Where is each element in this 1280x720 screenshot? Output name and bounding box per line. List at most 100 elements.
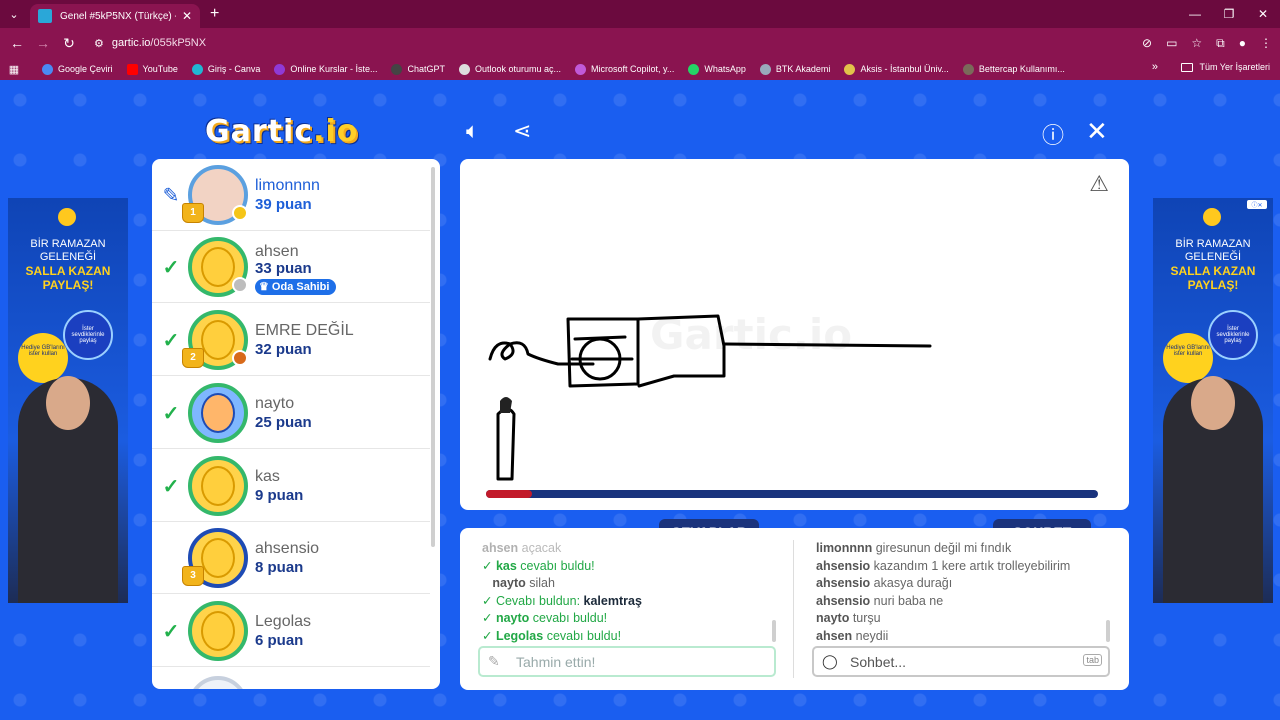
bookmark-online-courses[interactable]: Online Kurslar - İste... [274, 63, 377, 75]
browser-tab[interactable]: Genel #5kP5NX (Türkçe) - Gartic ✕ [30, 4, 200, 28]
sound-icon[interactable]: 🔈︎ [466, 118, 479, 144]
bookmark-chatgpt[interactable]: ChatGPT [391, 63, 445, 75]
chat-line: ahsensio nuri baba ne [816, 593, 944, 608]
reload-icon[interactable]: ↻ [56, 35, 82, 52]
forward-icon[interactable]: → [30, 35, 56, 51]
tab-key-hint: tab [1083, 654, 1102, 666]
drawing-fill [500, 397, 512, 413]
ad-headline: BİR RAMAZAN GELENEĞİ [30, 238, 106, 263]
star-icon[interactable]: ☆ [1191, 36, 1202, 50]
canvas-watermark: Gartic.io [650, 310, 852, 359]
browser-tabbar: ⌄ Genel #5kP5NX (Türkçe) - Gartic ✕ + — … [0, 0, 1280, 28]
avatar [188, 676, 248, 689]
ad-choices-icon[interactable]: ⓘ✕ [1247, 200, 1267, 209]
chat-bubble-icon: ◯ [822, 653, 838, 669]
player-row[interactable] [152, 668, 430, 689]
chat-line: ahsen neydii [816, 628, 889, 643]
player-row[interactable]: ✓ ahsen 33 puan ♛ Oda Sahibi [152, 231, 430, 303]
chat-input[interactable]: ◯ Sohbet... tab [812, 646, 1110, 677]
folder-icon [1181, 62, 1194, 72]
bookmark-youtube[interactable]: YouTube [126, 63, 178, 75]
bookmark-copilot[interactable]: Microsoft Copilot, y... [575, 63, 674, 75]
close-icon[interactable]: ✕ [1086, 116, 1108, 147]
status-dot [232, 350, 248, 366]
restore-icon[interactable]: ❐ [1212, 0, 1246, 28]
bookmark-aksis[interactable]: Aksis - İstanbul Üniv... [844, 63, 949, 75]
player-name: ahsen [255, 243, 299, 260]
avatar [188, 456, 248, 516]
close-window-icon[interactable]: ✕ [1246, 0, 1280, 28]
gartic-logo[interactable]: Gartic.io [205, 114, 358, 149]
check-icon: ✓ [162, 330, 180, 352]
extensions-icon[interactable]: ⧉ [1216, 36, 1225, 51]
bookmark-outlook[interactable]: Outlook oturumu aç... [458, 63, 561, 75]
check-icon: ✓ [162, 403, 180, 425]
guess-placeholder: Tahmin ettin! [516, 653, 596, 670]
back-icon[interactable]: ← [4, 35, 30, 51]
more-bookmarks-icon[interactable]: » [1152, 61, 1158, 73]
tab-title: Genel #5kP5NX (Türkçe) - Gartic [60, 10, 176, 22]
player-row[interactable]: ✓ Legolas 6 puan [152, 595, 430, 667]
eye-off-icon[interactable]: ⊘ [1142, 36, 1152, 50]
trophy-icon: 1 [182, 203, 204, 223]
url-field[interactable]: ⚙ gartic.io/055kP5NX [94, 32, 1154, 54]
player-points: 25 puan [255, 414, 312, 431]
ad-brand-logo [1203, 208, 1221, 226]
player-row[interactable]: ✓ nayto 25 puan [152, 377, 430, 449]
answer-line: ✓ kas cevabı buldu! [482, 558, 595, 573]
site-info-icon[interactable]: ⚙ [94, 37, 104, 50]
profile-avatar[interactable]: ● [1239, 36, 1246, 50]
share-icon[interactable]: ⋖ [513, 118, 531, 144]
chat-scrollbar[interactable] [1106, 620, 1110, 642]
close-tab-icon[interactable]: ✕ [182, 9, 192, 23]
cast-icon[interactable]: ▭ [1166, 36, 1177, 50]
check-icon: ✓ [162, 621, 180, 643]
answers-scrollbar[interactable] [772, 620, 776, 642]
players-scrollbar[interactable] [431, 167, 435, 547]
tab-search-icon[interactable]: ⌄ [0, 0, 28, 28]
player-points: 32 puan [255, 341, 312, 358]
player-row[interactable]: ✓ 2 EMRE DEĞİL 32 puan [152, 304, 430, 376]
chat-line: nayto turşu [816, 611, 881, 625]
gartic-page: Gartic.io 🔈︎ ⋖ ⓘ ✕ BİR RAMAZAN GELENEĞİ … [0, 80, 1280, 720]
player-points: 33 puan [255, 260, 312, 277]
right-ad-banner[interactable]: ⓘ✕ BİR RAMAZAN GELENEĞİ SALLA KAZAN PAYL… [1153, 198, 1273, 603]
left-ad-banner[interactable]: BİR RAMAZAN GELENEĞİ SALLA KAZAN PAYLAŞ!… [8, 198, 128, 603]
avatar [188, 601, 248, 661]
status-dot [232, 277, 248, 293]
apps-icon[interactable]: ▦ [0, 63, 28, 76]
bookmark-whatsapp[interactable]: WhatsApp [688, 63, 746, 75]
drawing: Gartic.io [488, 310, 932, 481]
player-name: limonnnn [255, 177, 320, 194]
menu-icon[interactable]: ⋮ [1260, 36, 1272, 50]
player-name: kas [255, 468, 280, 485]
new-tab-icon[interactable]: + [210, 5, 219, 23]
bookmark-google-translate[interactable]: Google Çeviri [42, 63, 113, 75]
info-icon[interactable]: ⓘ [1042, 118, 1064, 150]
ad-face-image [1191, 376, 1235, 430]
player-row[interactable]: ✎ 1 limonnnn 39 puan [152, 159, 430, 231]
player-row[interactable]: ✓ kas 9 puan [152, 450, 430, 522]
ad-badge: Hediye GB'larını ister kullan [1163, 333, 1213, 383]
avatar [188, 383, 248, 443]
chat-placeholder: Sohbet... [850, 653, 907, 670]
status-dot [232, 205, 248, 221]
pencil-icon: ✎ [162, 185, 180, 207]
drawing-stroke [488, 341, 595, 366]
players-list: ✎ 1 limonnnn 39 puan ✓ ahsen 33 puan ♛ O… [152, 159, 440, 689]
bookmark-canva[interactable]: Giriş - Canva [191, 63, 260, 75]
bookmark-btk[interactable]: BTK Akademi [759, 63, 830, 75]
url-path: /055kP5NX [150, 37, 207, 49]
all-bookmarks[interactable]: Tüm Yer İşaretleri [1181, 62, 1270, 72]
drawing-canvas[interactable]: ⚠ Gartic.io [460, 159, 1129, 510]
bookmark-bettercap[interactable]: Bettercap Kullanımı... [962, 63, 1065, 75]
drawing-stroke [496, 407, 516, 481]
minimize-icon[interactable]: — [1178, 0, 1212, 28]
chat-area: ahsen açacak ✓ kas cevabı buldu! nayto s… [460, 528, 1129, 690]
player-name: EMRE DEĞİL [255, 322, 354, 339]
chat-line: limonnnn giresunun değil mi fındık [816, 541, 1012, 555]
address-bar-row: ← → ↻ ⚙ gartic.io/055kP5NX ⊘ ▭ ☆ ⧉ ● ⋮ [0, 28, 1280, 58]
player-row[interactable]: 3 ahsensio 8 puan [152, 522, 430, 594]
guess-input[interactable]: ✎ Tahmin ettin! [478, 646, 776, 677]
answer-line: ahsen açacak [482, 541, 562, 555]
